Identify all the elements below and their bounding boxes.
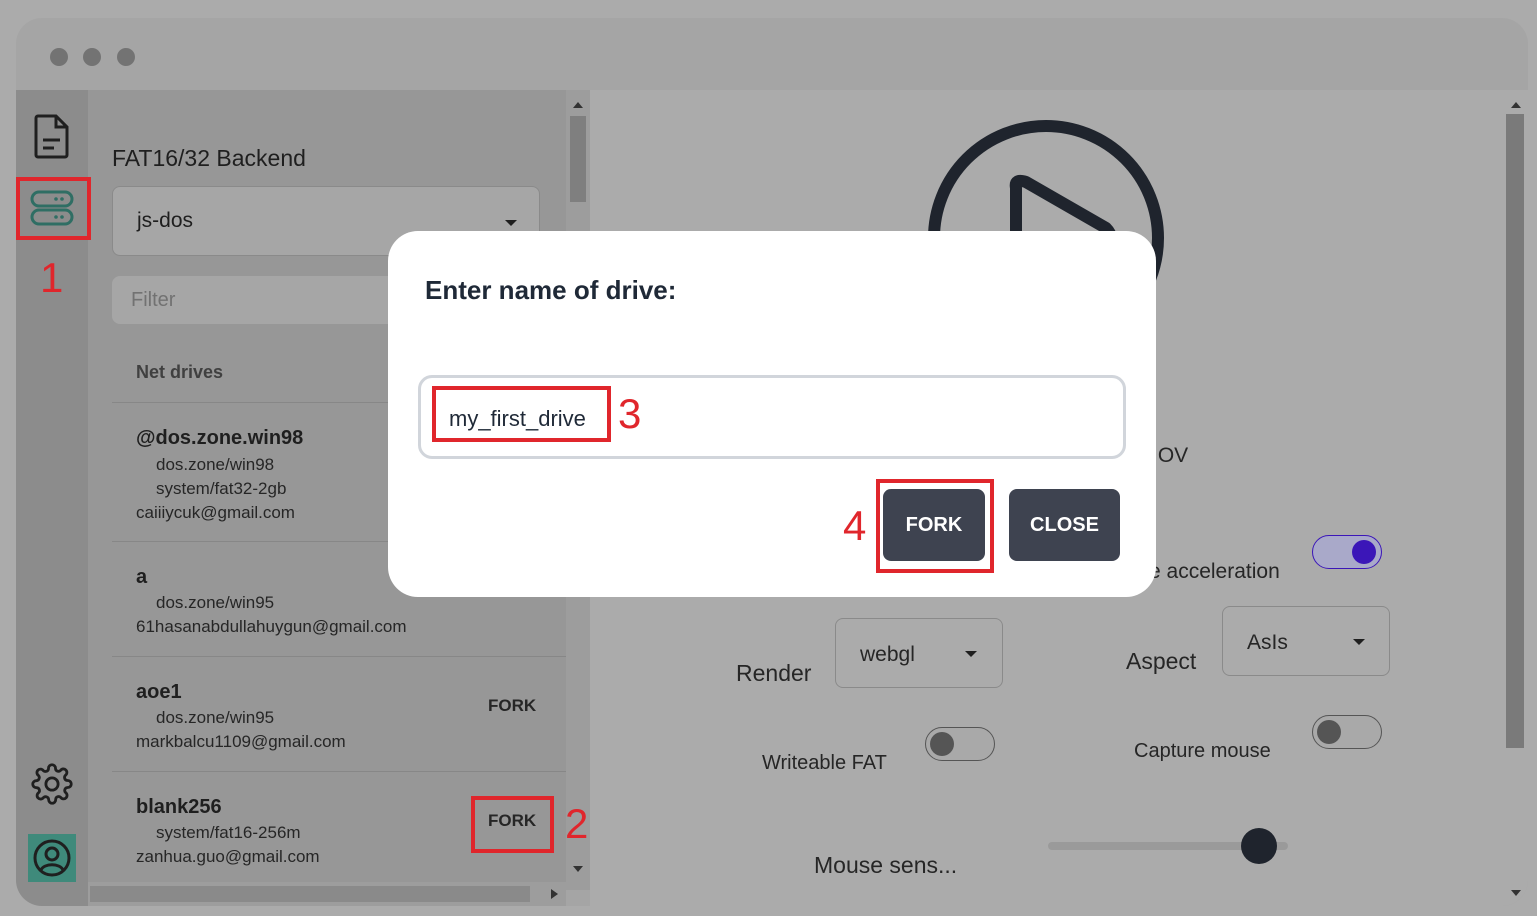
drive-name: blank256	[136, 796, 222, 818]
aspect-select[interactable]: AsIs	[1222, 606, 1390, 676]
fork-button[interactable]: FORK	[488, 696, 536, 716]
chevron-down-icon	[505, 220, 517, 226]
title-bar	[16, 18, 1528, 90]
render-label: Render	[736, 660, 812, 686]
drive-name: @dos.zone.win98	[136, 427, 304, 449]
close-button[interactable]: CLOSE	[1009, 489, 1120, 561]
chevron-down-icon	[1353, 639, 1365, 645]
drive-detail: dos.zone/win95	[156, 708, 275, 727]
render-select[interactable]: webgl	[835, 618, 1003, 688]
scrollbar-thumb[interactable]	[1506, 114, 1524, 748]
window-close-dot[interactable]	[50, 48, 68, 66]
scroll-up-arrow-icon[interactable]	[566, 94, 590, 114]
window-maximize-dot[interactable]	[117, 48, 135, 66]
annotation-number-1: 1	[40, 254, 64, 301]
scrollbar-thumb[interactable]	[570, 116, 586, 202]
aspect-select-value: AsIs	[1247, 631, 1288, 654]
annotation-box-1	[16, 177, 91, 240]
annotation-box-4	[876, 479, 994, 573]
main-scrollbar[interactable]	[1504, 90, 1528, 906]
document-icon[interactable]	[16, 106, 88, 166]
capture-mouse-toggle[interactable]	[1312, 715, 1382, 749]
drive-name: a	[136, 566, 148, 588]
toggle-knob	[930, 732, 954, 756]
drive-name: aoe1	[136, 681, 182, 703]
mouse-sens-slider[interactable]	[1048, 828, 1288, 864]
scroll-up-arrow-icon[interactable]	[1504, 94, 1528, 114]
list-horizontal-scrollbar[interactable]	[88, 882, 566, 906]
writeable-fat-toggle[interactable]	[925, 727, 995, 761]
capture-mouse-label: Capture mouse	[1134, 740, 1271, 762]
writeable-fat-label: Writeable FAT	[762, 752, 887, 774]
backend-title: FAT16/32 Backend	[112, 145, 306, 171]
annotation-box-3	[432, 386, 611, 442]
net-drives-header: Net drives	[136, 362, 224, 382]
aspect-label: Aspect	[1126, 648, 1197, 674]
drive-detail: dos.zone/win95	[156, 593, 275, 612]
drive-detail: dos.zone/win98	[156, 455, 275, 474]
dialog-title: Enter name of drive:	[425, 275, 677, 305]
drive-detail: system/fat16-256m	[156, 823, 301, 842]
drive-owner: 61hasanabdullahuygun@gmail.com	[136, 617, 407, 636]
scroll-right-arrow-icon[interactable]	[544, 882, 564, 906]
list-item[interactable]: aoe1 dos.zone/win95 markbalcu1109@gmail.…	[112, 656, 566, 771]
hardware-acceleration-toggle[interactable]	[1312, 535, 1382, 569]
toggle-knob	[1352, 540, 1376, 564]
drive-owner: zanhua.guo@gmail.com	[136, 847, 320, 866]
window-minimize-dot[interactable]	[83, 48, 101, 66]
annotation-number-4: 4	[843, 502, 867, 549]
user-icon[interactable]	[28, 834, 76, 882]
horizontal-scrollbar-thumb[interactable]	[90, 886, 530, 902]
chevron-down-icon	[965, 651, 977, 657]
annotation-number-3: 3	[618, 390, 642, 437]
annotation-box-2	[471, 796, 554, 853]
drive-detail: system/fat32-2gb	[156, 479, 287, 498]
render-select-value: webgl	[860, 643, 915, 666]
scroll-down-arrow-icon[interactable]	[1504, 882, 1528, 902]
filter-placeholder: Filter	[131, 289, 176, 311]
drive-owner: markbalcu1109@gmail.com	[136, 732, 346, 751]
hardware-acceleration-label: e acceleration	[1149, 560, 1280, 583]
scroll-down-arrow-icon[interactable]	[566, 858, 590, 878]
backend-select-value: js-dos	[137, 209, 194, 232]
gear-icon[interactable]	[16, 754, 88, 814]
drive-owner: caiiiycuk@gmail.com	[136, 503, 295, 522]
toggle-knob	[1317, 720, 1341, 744]
partial-title-text: IOV	[1152, 444, 1189, 467]
slider-thumb[interactable]	[1241, 828, 1278, 864]
annotation-number-2: 2	[565, 800, 589, 847]
mouse-sens-label: Mouse sens...	[814, 852, 958, 878]
